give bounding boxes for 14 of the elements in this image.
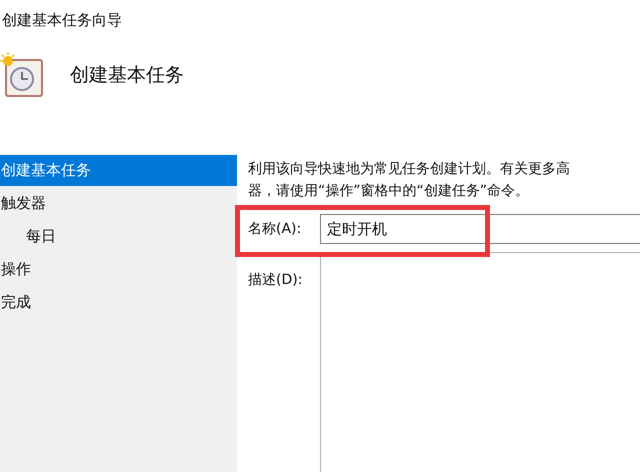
page-heading: 创建基本任务 [70, 62, 184, 88]
sidebar-item[interactable]: 触发器 [0, 188, 237, 219]
sidebar-item[interactable]: 每日 [0, 221, 237, 252]
window-title: 创建基本任务向导 [2, 10, 122, 31]
description-field[interactable] [320, 252, 640, 472]
name-field[interactable]: 定时开机 [320, 214, 640, 244]
sidebar-item[interactable]: 创建基本任务 [0, 155, 237, 186]
sidebar-item[interactable]: 操作 [0, 254, 237, 285]
sidebar-item[interactable]: 完成 [0, 287, 237, 318]
intro-text: 器，请使用“操作”窗格中的“创建任务”命令。 [248, 182, 530, 201]
name-label: 名称(A): [248, 220, 302, 238]
calendar-clock-icon [0, 52, 44, 98]
intro-text: 利用该向导快速地为常见任务创建计划。有关更多高 [248, 160, 571, 179]
description-label: 描述(D): [248, 271, 304, 290]
